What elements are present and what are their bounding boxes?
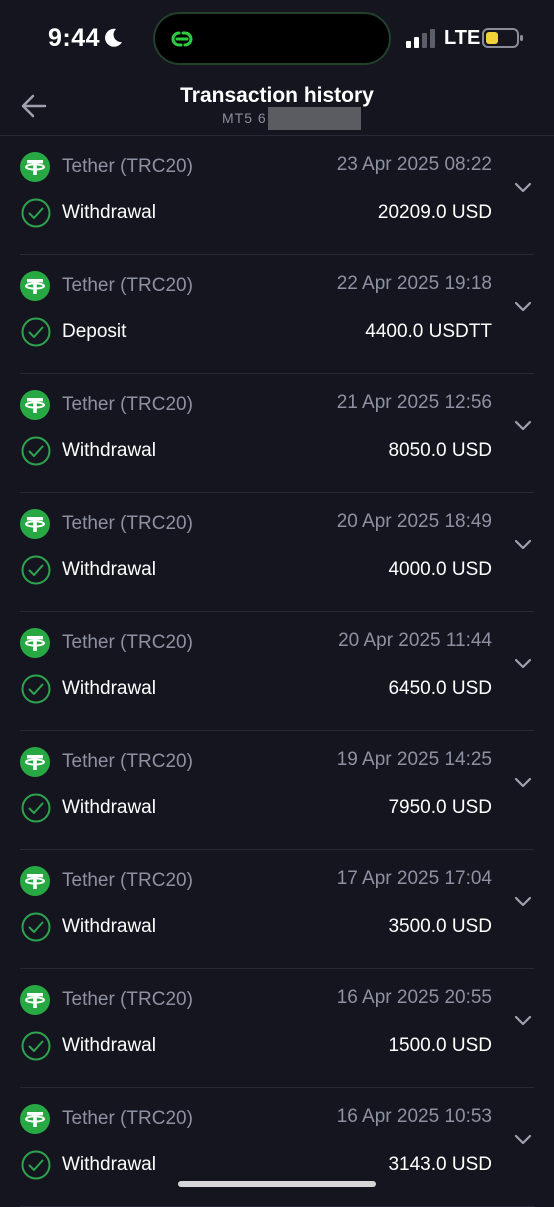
app-header: Transaction history MT5 6: [0, 78, 554, 136]
transaction-item[interactable]: Tether (TRC20) 21 Apr 2025 12:56 Withdra…: [20, 374, 534, 493]
transaction-item[interactable]: Tether (TRC20) 22 Apr 2025 19:18 Deposit…: [20, 255, 534, 374]
chevron-down-icon[interactable]: [512, 771, 534, 793]
tether-icon: [20, 152, 50, 182]
transaction-type: Withdrawal: [62, 1035, 156, 1056]
signal-icon: [406, 29, 435, 48]
coin-name: Tether (TRC20): [62, 156, 193, 177]
coin-name: Tether (TRC20): [62, 1108, 193, 1129]
check-circle-icon: [21, 198, 51, 228]
status-time: 9:44: [48, 24, 101, 52]
dynamic-island: [155, 14, 389, 63]
transaction-amount: 3500.0 USD: [388, 916, 492, 937]
chevron-down-icon[interactable]: [512, 890, 534, 912]
transaction-date: 17 Apr 2025 17:04: [336, 868, 492, 889]
transaction-date: 21 Apr 2025 12:56: [336, 392, 492, 413]
coin-name: Tether (TRC20): [62, 989, 193, 1010]
transaction-amount: 7950.0 USD: [388, 797, 492, 818]
transaction-date: 16 Apr 2025 10:53: [336, 1106, 492, 1127]
tether-icon: [20, 985, 50, 1015]
transaction-amount: 4000.0 USD: [388, 559, 492, 580]
transaction-list: Tether (TRC20) 23 Apr 2025 08:22 Withdra…: [0, 136, 554, 1207]
status-bar: 9:44 LTE: [0, 0, 554, 78]
transaction-amount: 4400.0 USDTT: [365, 321, 492, 342]
coin-name: Tether (TRC20): [62, 513, 193, 534]
transaction-item[interactable]: Tether (TRC20) 17 Apr 2025 17:04 Withdra…: [20, 850, 534, 969]
check-circle-icon: [21, 1031, 51, 1061]
coin-name: Tether (TRC20): [62, 632, 193, 653]
tether-icon: [20, 747, 50, 777]
coin-name: Tether (TRC20): [62, 394, 193, 415]
transaction-date: 19 Apr 2025 14:25: [336, 749, 492, 770]
check-circle-icon: [21, 317, 51, 347]
chevron-down-icon[interactable]: [512, 414, 534, 436]
transaction-item[interactable]: Tether (TRC20) 19 Apr 2025 14:25 Withdra…: [20, 731, 534, 850]
transaction-date: 20 Apr 2025 11:44: [338, 630, 492, 651]
tether-icon: [20, 1104, 50, 1134]
transaction-amount: 3143.0 USD: [388, 1154, 492, 1175]
chevron-down-icon[interactable]: [512, 533, 534, 555]
transaction-type: Withdrawal: [62, 1154, 156, 1175]
chevron-down-icon[interactable]: [512, 176, 534, 198]
link-icon: [171, 31, 193, 47]
redacted-account-number: [268, 107, 361, 130]
transaction-item[interactable]: Tether (TRC20) 16 Apr 2025 20:55 Withdra…: [20, 969, 534, 1088]
transaction-amount: 8050.0 USD: [388, 440, 492, 461]
chevron-down-icon[interactable]: [512, 652, 534, 674]
check-circle-icon: [21, 912, 51, 942]
transaction-type: Withdrawal: [62, 797, 156, 818]
check-circle-icon: [21, 674, 51, 704]
account-subtitle: MT5 6: [222, 110, 267, 126]
transaction-amount: 20209.0 USD: [377, 202, 492, 223]
tether-icon: [20, 628, 50, 658]
chevron-down-icon[interactable]: [512, 295, 534, 317]
coin-name: Tether (TRC20): [62, 751, 193, 772]
check-circle-icon: [21, 555, 51, 585]
home-indicator[interactable]: [178, 1181, 376, 1187]
transaction-item[interactable]: Tether (TRC20) 23 Apr 2025 08:22 Withdra…: [20, 136, 534, 255]
coin-name: Tether (TRC20): [62, 870, 193, 891]
coin-name: Tether (TRC20): [62, 275, 193, 296]
moon-icon: [105, 28, 122, 47]
check-circle-icon: [21, 1150, 51, 1180]
check-circle-icon: [21, 793, 51, 823]
page-title: Transaction history: [180, 84, 374, 107]
tether-icon: [20, 866, 50, 896]
transaction-type: Withdrawal: [62, 559, 156, 580]
transaction-type: Withdrawal: [62, 440, 156, 461]
transaction-type: Withdrawal: [62, 202, 156, 223]
transaction-date: 20 Apr 2025 18:49: [336, 511, 492, 532]
chevron-down-icon[interactable]: [512, 1009, 534, 1031]
check-circle-icon: [21, 436, 51, 466]
transaction-date: 16 Apr 2025 20:55: [336, 987, 492, 1008]
transaction-date: 22 Apr 2025 19:18: [336, 273, 492, 294]
transaction-type: Withdrawal: [62, 678, 156, 699]
network-label: LTE: [444, 27, 481, 49]
battery-icon: [482, 28, 523, 48]
transaction-item[interactable]: Tether (TRC20) 20 Apr 2025 11:44 Withdra…: [20, 612, 534, 731]
transaction-amount: 6450.0 USD: [388, 678, 492, 699]
tether-icon: [20, 509, 50, 539]
chevron-down-icon[interactable]: [512, 1128, 534, 1150]
transaction-type: Deposit: [62, 321, 127, 342]
transaction-type: Withdrawal: [62, 916, 156, 937]
transaction-amount: 1500.0 USD: [388, 1035, 492, 1056]
transaction-date: 23 Apr 2025 08:22: [336, 154, 492, 175]
transaction-item[interactable]: Tether (TRC20) 16 Apr 2025 10:53 Withdra…: [20, 1088, 534, 1207]
tether-icon: [20, 271, 50, 301]
transaction-item[interactable]: Tether (TRC20) 20 Apr 2025 18:49 Withdra…: [20, 493, 534, 612]
tether-icon: [20, 390, 50, 420]
